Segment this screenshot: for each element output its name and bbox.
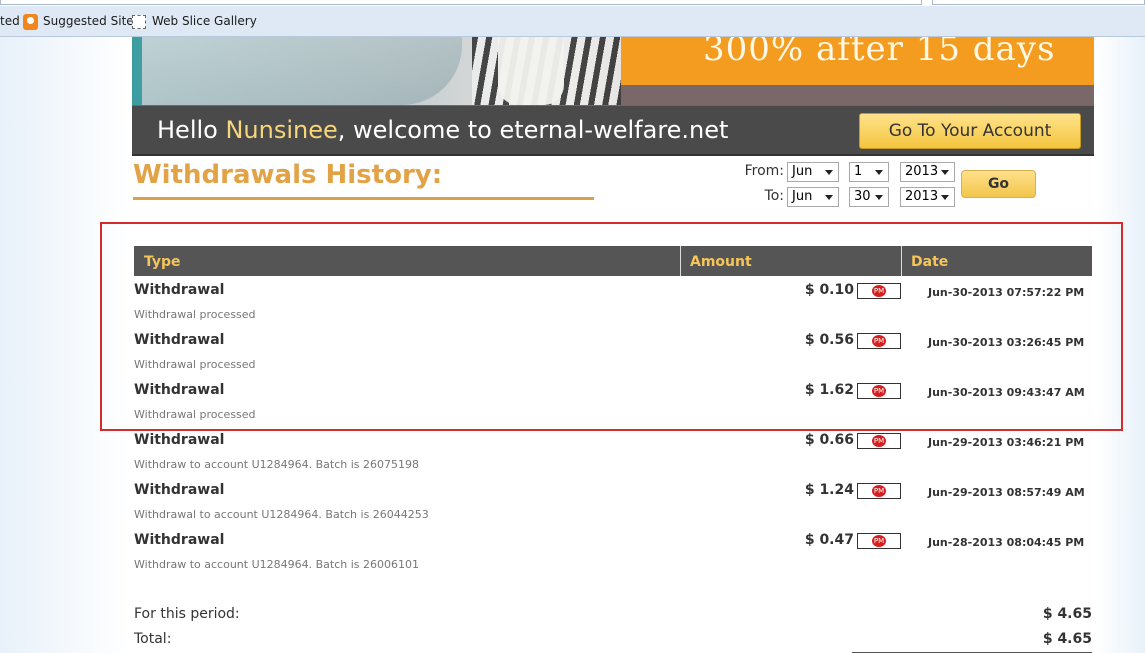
row-amount: $ 1.24 bbox=[804, 482, 854, 498]
from-month-select[interactable]: Jun bbox=[787, 162, 839, 182]
favorite-suggested-sites[interactable]: Suggested Sites bbox=[43, 14, 140, 28]
from-day-select[interactable]: 1 bbox=[849, 162, 889, 182]
browser-search-box[interactable] bbox=[932, 0, 1145, 5]
promo-banner: 300% after 15 days bbox=[132, 37, 1094, 105]
go-to-account-button[interactable]: Go To Your Account bbox=[859, 113, 1081, 149]
web-slice-icon bbox=[132, 15, 146, 29]
row-date: Jun-29-2013 03:46:21 PM bbox=[928, 436, 1085, 449]
to-day-value: 30 bbox=[854, 189, 871, 204]
from-year-select[interactable]: 2013 bbox=[900, 162, 955, 182]
from-label: From: bbox=[744, 163, 784, 179]
favorite-item-partial[interactable]: ted bbox=[0, 14, 20, 28]
row-description: Withdraw to account U1284964. Batch is 2… bbox=[134, 558, 419, 571]
to-month-select[interactable]: Jun bbox=[787, 187, 839, 207]
welcome-message: Hello Nunsinee, welcome to eternal-welfa… bbox=[157, 116, 728, 144]
from-month-value: Jun bbox=[792, 164, 813, 179]
row-description: Withdraw to account U1284964. Batch is 2… bbox=[134, 458, 419, 471]
grand-total-label: Total: bbox=[134, 631, 172, 647]
address-bar[interactable] bbox=[0, 0, 922, 5]
to-year-value: 2013 bbox=[905, 189, 939, 204]
banner-photo-cup bbox=[498, 37, 564, 105]
welcome-hello: Hello bbox=[157, 116, 226, 144]
row-date: Jun-28-2013 08:04:45 PM bbox=[928, 536, 1085, 549]
username: Nunsinee bbox=[225, 116, 338, 144]
to-label: To: bbox=[764, 188, 784, 204]
highlight-box bbox=[100, 222, 1123, 431]
row-type: Withdrawal bbox=[134, 532, 225, 548]
suggested-sites-icon bbox=[23, 14, 38, 30]
banner-photo-strip bbox=[621, 85, 1094, 105]
row-description: Withdrawal to account U1284964. Batch is… bbox=[134, 508, 429, 521]
banner-photo-laptop bbox=[142, 37, 462, 105]
row-type: Withdrawal bbox=[134, 432, 225, 448]
banner-promo-text: 300% after 15 days bbox=[703, 37, 1056, 69]
payment-method-badge: PM bbox=[857, 533, 901, 549]
payment-method-badge: PM bbox=[857, 483, 901, 499]
row-type: Withdrawal bbox=[134, 482, 225, 498]
period-total-value: $ 4.65 bbox=[1042, 606, 1092, 622]
to-day-select[interactable]: 30 bbox=[849, 187, 889, 207]
perfect-money-icon: PM bbox=[872, 485, 886, 497]
payment-method-badge: PM bbox=[857, 433, 901, 449]
to-month-value: Jun bbox=[792, 189, 813, 204]
page-title: Withdrawals History: bbox=[133, 160, 443, 190]
row-date: Jun-29-2013 08:57:49 AM bbox=[928, 486, 1085, 499]
row-amount: $ 0.47 bbox=[804, 532, 854, 548]
perfect-money-icon: PM bbox=[872, 435, 886, 447]
grand-total-value: $ 4.65 bbox=[1042, 631, 1092, 647]
welcome-bar: Hello Nunsinee, welcome to eternal-welfa… bbox=[132, 105, 1094, 156]
perfect-money-icon: PM bbox=[872, 535, 886, 547]
favorite-web-slice-gallery[interactable]: Web Slice Gallery bbox=[152, 14, 257, 28]
go-button[interactable]: Go bbox=[961, 170, 1036, 198]
banner-promo-box: 300% after 15 days bbox=[621, 37, 1094, 85]
from-day-value: 1 bbox=[854, 164, 863, 179]
period-total-label: For this period: bbox=[134, 606, 240, 622]
to-year-select[interactable]: 2013 bbox=[900, 187, 955, 207]
from-year-value: 2013 bbox=[905, 164, 939, 179]
favorites-bar: ted Suggested Sites Web Slice Gallery bbox=[0, 6, 1145, 37]
row-amount: $ 0.66 bbox=[804, 432, 854, 448]
title-underline bbox=[133, 197, 594, 200]
welcome-site: , welcome to eternal-welfare.net bbox=[337, 116, 729, 144]
